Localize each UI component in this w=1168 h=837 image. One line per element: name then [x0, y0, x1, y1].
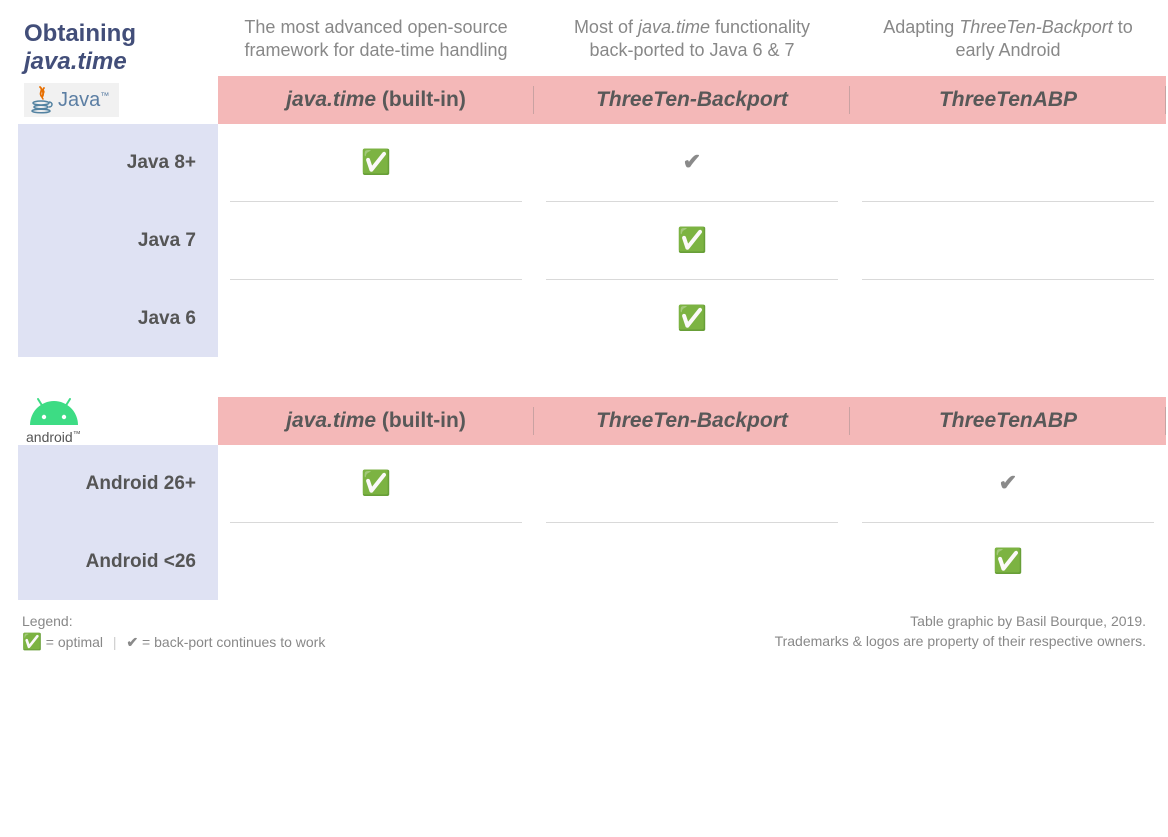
legend: Legend: ✅ = optimal | ✔ = back-port cont… — [22, 612, 325, 654]
footer: Legend: ✅ = optimal | ✔ = back-port cont… — [18, 612, 1150, 654]
column-1-header-android: java.time (built-in) — [218, 397, 534, 445]
cell-java8-col3 — [862, 124, 1154, 202]
row-label-android26: Android 26+ — [18, 445, 218, 523]
credits: Table graphic by Basil Bourque, 2019. Tr… — [775, 612, 1146, 654]
column-3-header-android: ThreeTenABP — [850, 397, 1166, 445]
column-2-description: Most of java.time functionality back-por… — [534, 16, 850, 76]
java-logo-text: Java™ — [58, 89, 109, 112]
legend-backport-icon: ✔ — [126, 634, 138, 650]
header-italic: ThreeTenABP — [939, 409, 1077, 432]
android-logo-text: android™ — [26, 429, 81, 445]
section-divider — [850, 357, 1166, 397]
android-robot-icon — [26, 397, 82, 427]
row-label-java7: Java 7 — [18, 202, 218, 280]
credits-line-1: Table graphic by Basil Bourque, 2019. — [775, 612, 1146, 632]
header-plain: (built-in) — [376, 409, 466, 432]
cell-android-lt26-col1 — [230, 523, 522, 600]
cell-android26-col3: ✔ — [862, 445, 1154, 523]
check-icon: ✔ — [999, 470, 1017, 495]
java-logo-cell: Java™ — [18, 76, 218, 124]
page-title: Obtaining java.time — [18, 16, 218, 76]
cell-java7-col1 — [230, 202, 522, 280]
check-icon: ✅ — [361, 470, 391, 497]
section-divider — [18, 357, 218, 397]
desc-text: Adapting — [883, 17, 959, 37]
cell-java8-col1: ✅ — [230, 124, 522, 202]
legend-backport-text: = back-port continues to work — [138, 634, 325, 650]
cell-android26-col1: ✅ — [230, 445, 522, 523]
header-plain: (built-in) — [376, 88, 466, 111]
header-italic: ThreeTen-Backport — [596, 409, 788, 432]
column-3-description: Adapting ThreeTen-Backport to early Andr… — [850, 16, 1166, 76]
cell-java6-col2: ✅ — [546, 280, 838, 357]
cell-java8-col2: ✔ — [546, 124, 838, 202]
title-line-1: Obtaining — [24, 20, 218, 48]
row-label-java8: Java 8+ — [18, 124, 218, 202]
check-icon: ✔ — [683, 149, 701, 174]
header-italic: java.time — [286, 409, 376, 432]
cell-java7-col3 — [862, 202, 1154, 280]
header-italic: ThreeTenABP — [939, 88, 1077, 111]
row-label-java6: Java 6 — [18, 280, 218, 357]
java-logo-label: Java — [58, 89, 100, 111]
trademark-symbol: ™ — [100, 90, 109, 100]
legend-optimal-text: = optimal — [42, 634, 103, 650]
title-line-2: java.time — [24, 48, 218, 76]
cell-java6-col3 — [862, 280, 1154, 357]
credits-line-2: Trademarks & logos are property of their… — [775, 632, 1146, 652]
check-icon: ✅ — [361, 149, 391, 176]
column-1-header: java.time (built-in) — [218, 76, 534, 124]
cell-android-lt26-col2 — [546, 523, 838, 600]
desc-text: Most of — [574, 17, 638, 37]
header-italic: java.time — [286, 88, 376, 111]
column-1-description: The most advanced open-source framework … — [218, 16, 534, 76]
cell-java6-col1 — [230, 280, 522, 357]
legend-optimal-icon: ✅ — [22, 634, 42, 651]
column-3-header: ThreeTenABP — [850, 76, 1166, 124]
legend-separator: | — [113, 634, 117, 650]
desc-italic: java.time — [638, 17, 710, 37]
section-divider — [534, 357, 850, 397]
header-italic: ThreeTen-Backport — [596, 88, 788, 111]
legend-title: Legend: — [22, 612, 325, 632]
comparison-table: Obtaining java.time The most advanced op… — [18, 16, 1150, 600]
cell-java7-col2: ✅ — [546, 202, 838, 280]
android-logo-cell: android™ — [18, 397, 218, 445]
column-2-header-android: ThreeTen-Backport — [534, 397, 850, 445]
check-icon: ✅ — [993, 548, 1023, 575]
section-divider — [218, 357, 534, 397]
java-logo: Java™ — [24, 83, 119, 117]
cell-android-lt26-col3: ✅ — [862, 523, 1154, 600]
check-icon: ✅ — [677, 227, 707, 254]
check-icon: ✅ — [677, 305, 707, 332]
desc-italic: ThreeTen-Backport — [959, 17, 1112, 37]
java-cup-icon — [30, 85, 54, 115]
column-2-header: ThreeTen-Backport — [534, 76, 850, 124]
row-label-android-lt26: Android <26 — [18, 523, 218, 600]
trademark-symbol: ™ — [73, 429, 81, 438]
cell-android26-col2 — [546, 445, 838, 523]
legend-items: ✅ = optimal | ✔ = back-port continues to… — [22, 632, 325, 654]
android-logo-label: android — [26, 429, 73, 445]
